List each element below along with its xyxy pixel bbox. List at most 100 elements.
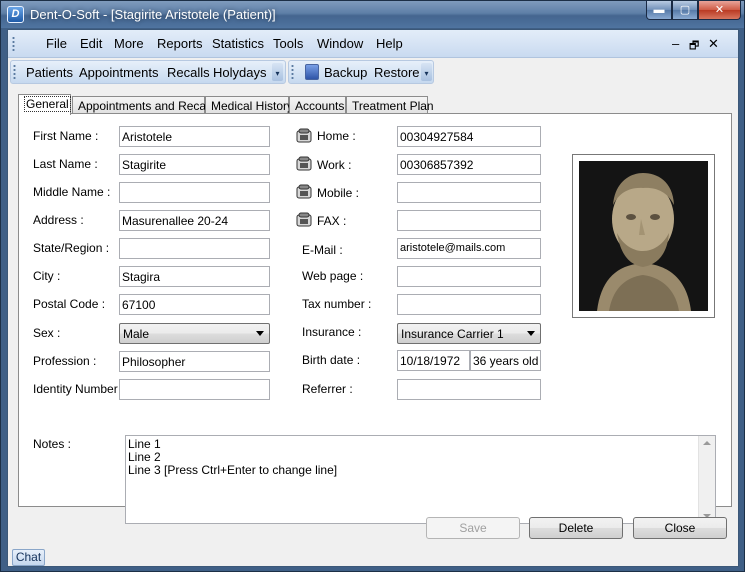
app-window: D Dent-O-Soft - [Stagirite Aristotele (P… bbox=[0, 0, 745, 572]
first-name-label: First Name : bbox=[33, 129, 99, 143]
toolbar-holydays-button[interactable]: Holydays bbox=[213, 65, 266, 80]
web-page-field[interactable] bbox=[397, 266, 541, 287]
menu-edit[interactable]: Edit bbox=[80, 36, 102, 51]
fax-label: FAX : bbox=[317, 214, 347, 228]
phone-icon bbox=[296, 156, 312, 171]
backup-icon[interactable] bbox=[305, 64, 319, 80]
mdi-restore-button[interactable]: 🗗 bbox=[689, 37, 699, 56]
tab-treatment-plan[interactable]: Treatment Plan bbox=[346, 96, 434, 114]
toolbar-strip-main: Patients Appointments Recalls Holydays ▾ bbox=[10, 60, 286, 84]
toolbar-grip-icon[interactable] bbox=[13, 64, 16, 80]
menu-file[interactable]: File bbox=[46, 36, 67, 51]
first-name-field[interactable]: Aristotele bbox=[119, 126, 270, 147]
general-tab-panel: First Name : Aristotele Last Name : Stag… bbox=[18, 113, 732, 524]
close-window-button[interactable]: ✕ bbox=[698, 1, 741, 20]
sex-select[interactable]: Male bbox=[119, 323, 270, 344]
tab-accounts[interactable]: Accounts bbox=[289, 96, 346, 114]
home-phone-label: Home : bbox=[317, 129, 356, 143]
notes-line: Line 3 [Press Ctrl+Enter to change line] bbox=[128, 463, 338, 477]
notes-label: Notes : bbox=[33, 437, 72, 451]
toolbar-patients-button[interactable]: Patients bbox=[26, 65, 73, 80]
patient-photo[interactable] bbox=[572, 154, 715, 318]
sex-select-value: Male bbox=[123, 327, 150, 341]
address-label: Address : bbox=[33, 213, 84, 227]
work-phone-field[interactable]: 00306857392 bbox=[397, 154, 541, 175]
fax-field[interactable] bbox=[397, 210, 541, 231]
maximize-button[interactable]: ▢ bbox=[672, 1, 698, 20]
tax-number-field[interactable] bbox=[397, 294, 541, 315]
minimize-button[interactable]: ▬ bbox=[646, 1, 672, 20]
save-button[interactable]: Save bbox=[426, 517, 520, 539]
phone-icon bbox=[296, 128, 312, 143]
identity-number-label: Identity Number : bbox=[33, 382, 125, 396]
tab-general[interactable]: General bbox=[18, 94, 71, 115]
mobile-phone-field[interactable] bbox=[397, 182, 541, 203]
mdi-minimize-button[interactable]: – bbox=[672, 36, 679, 51]
tab-medical-history[interactable]: Medical History bbox=[205, 96, 293, 114]
age-field: 36 years old bbox=[470, 350, 541, 371]
tax-number-label: Tax number : bbox=[302, 297, 372, 311]
fax-icon bbox=[296, 212, 312, 227]
chevron-down-icon bbox=[527, 331, 535, 336]
last-name-field[interactable]: Stagirite bbox=[119, 154, 270, 175]
birth-date-label: Birth date : bbox=[302, 353, 361, 367]
state-region-field[interactable] bbox=[119, 238, 270, 259]
referrer-field[interactable] bbox=[397, 379, 541, 400]
menu-window[interactable]: Window bbox=[317, 36, 363, 51]
toolbar-appointments-button[interactable]: Appointments bbox=[79, 65, 159, 80]
menu-more[interactable]: More bbox=[114, 36, 144, 51]
email-field[interactable]: aristotele@mails.com bbox=[397, 238, 541, 259]
insurance-label: Insurance : bbox=[302, 325, 362, 339]
window-title: Dent-O-Soft - [Stagirite Aristotele (Pat… bbox=[30, 7, 276, 22]
bust-portrait-icon bbox=[579, 161, 708, 311]
sex-label: Sex : bbox=[33, 326, 61, 340]
last-name-label: Last Name : bbox=[33, 157, 98, 171]
state-region-label: State/Region : bbox=[33, 241, 110, 255]
notes-scrollbar[interactable] bbox=[698, 436, 715, 523]
middle-name-field[interactable] bbox=[119, 182, 270, 203]
profession-label: Profession : bbox=[33, 354, 97, 368]
city-field[interactable]: Stagira bbox=[119, 266, 270, 287]
toolbar-grip-icon[interactable] bbox=[291, 64, 294, 80]
menu-tools[interactable]: Tools bbox=[273, 36, 303, 51]
postal-code-label: Postal Code : bbox=[33, 297, 106, 311]
menu-help[interactable]: Help bbox=[376, 36, 403, 51]
close-button[interactable]: Close bbox=[633, 517, 727, 539]
menu-reports[interactable]: Reports bbox=[157, 36, 203, 51]
home-phone-field[interactable]: 00304927584 bbox=[397, 126, 541, 147]
identity-number-field[interactable] bbox=[119, 379, 270, 400]
mobile-phone-label: Mobile : bbox=[317, 186, 360, 200]
chat-tab[interactable]: Chat bbox=[12, 549, 45, 566]
title-bar[interactable]: D Dent-O-Soft - [Stagirite Aristotele (P… bbox=[1, 1, 744, 28]
status-bar bbox=[8, 548, 738, 566]
toolbar-overflow-button[interactable]: ▾ bbox=[272, 63, 283, 81]
city-label: City : bbox=[33, 269, 61, 283]
toolbar-recalls-button[interactable]: Recalls bbox=[167, 65, 210, 80]
mdi-close-button[interactable]: ✕ bbox=[708, 36, 719, 52]
insurance-select-value: Insurance Carrier 1 bbox=[401, 327, 504, 341]
toolbar-overflow-button[interactable]: ▾ bbox=[421, 63, 432, 81]
notes-line: Line 1 bbox=[128, 437, 161, 451]
referrer-label: Referrer : bbox=[302, 382, 353, 396]
email-label: E-Mail : bbox=[302, 243, 343, 257]
toolbar: Patients Appointments Recalls Holydays ▾… bbox=[8, 58, 738, 86]
menu-grip-icon[interactable] bbox=[12, 36, 15, 52]
phone-icon bbox=[296, 184, 312, 199]
delete-button[interactable]: Delete bbox=[529, 517, 623, 539]
toolbar-strip-backup: Backup Restore ▾ bbox=[288, 60, 434, 84]
notes-textarea[interactable]: Line 1 Line 2 Line 3 [Press Ctrl+Enter t… bbox=[125, 435, 716, 524]
tab-appointments-recalls[interactable]: Appointments and Recalls bbox=[72, 96, 217, 114]
profession-field[interactable]: Philosopher bbox=[119, 351, 270, 372]
tab-label: General bbox=[24, 96, 71, 112]
toolbar-restore-button[interactable]: Restore bbox=[374, 65, 420, 80]
toolbar-backup-button[interactable]: Backup bbox=[324, 65, 367, 80]
postal-code-field[interactable]: 67100 bbox=[119, 294, 270, 315]
insurance-select[interactable]: Insurance Carrier 1 bbox=[397, 323, 541, 344]
address-field[interactable]: Masurenallee 20-24 bbox=[119, 210, 270, 231]
web-page-label: Web page : bbox=[302, 269, 364, 283]
birth-date-field[interactable]: 10/18/1972 bbox=[397, 350, 470, 371]
app-logo-icon[interactable]: D bbox=[7, 6, 24, 23]
scroll-up-icon[interactable] bbox=[703, 441, 711, 445]
menu-bar: File Edit More Reports Statistics Tools … bbox=[8, 30, 738, 58]
menu-statistics[interactable]: Statistics bbox=[212, 36, 264, 51]
